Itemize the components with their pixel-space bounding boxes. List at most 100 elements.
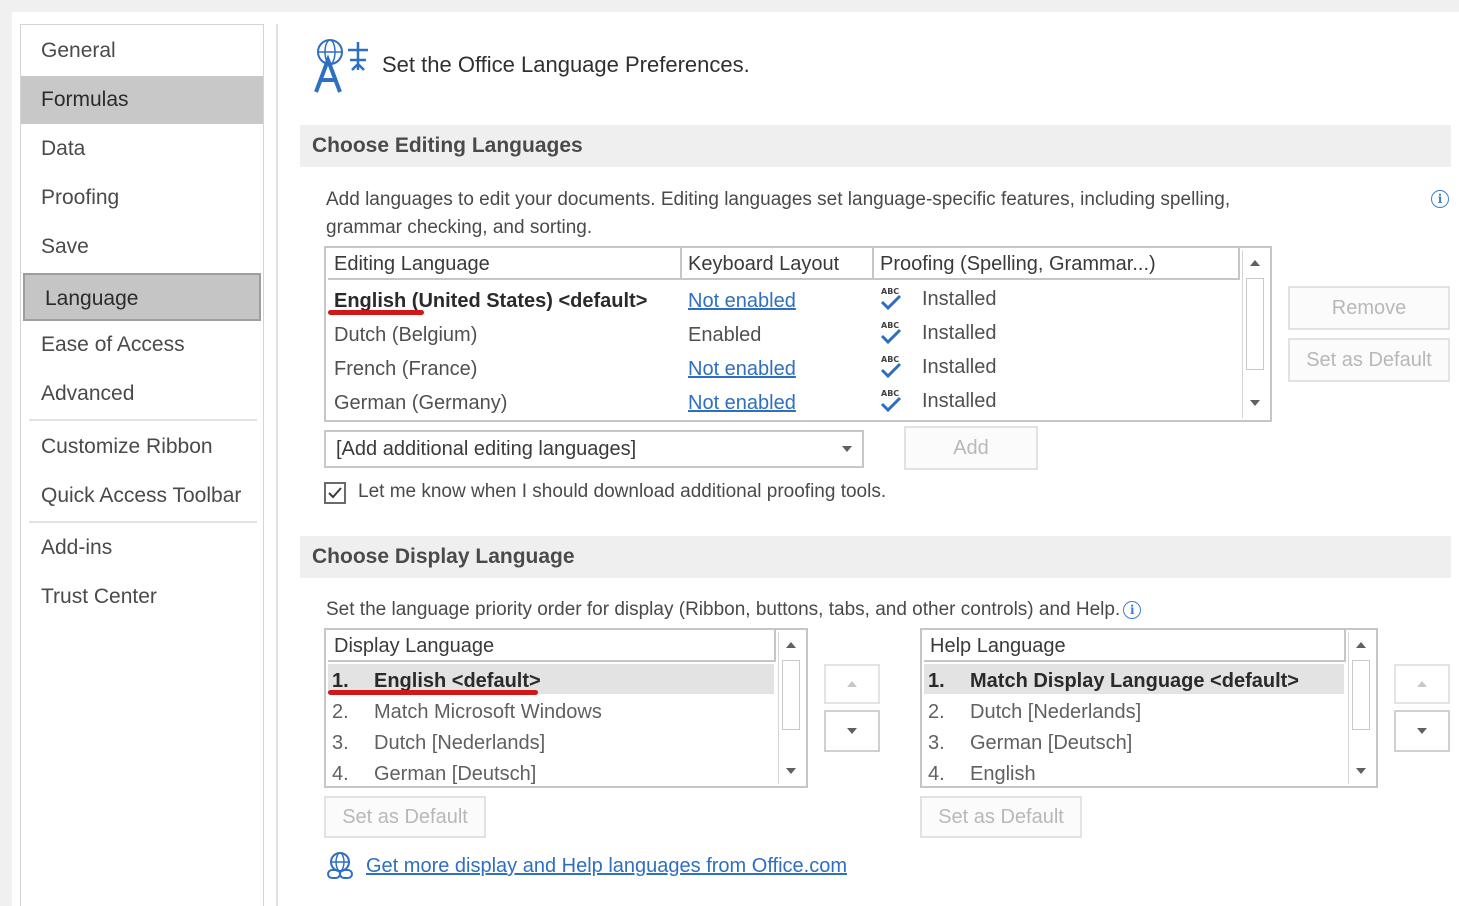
red-annotation-underline <box>328 310 424 315</box>
remove-button[interactable]: Remove <box>1288 286 1450 330</box>
display-language-list: Display Language 1. English <default> 2.… <box>324 628 808 788</box>
column-header-help-language: Help Language <box>924 630 1346 662</box>
display-language-item[interactable]: Match Microsoft Windows <box>374 697 602 727</box>
arrow-up-icon <box>847 681 857 687</box>
scroll-up-arrow-icon[interactable] <box>1243 252 1267 274</box>
sidebar-item-advanced[interactable]: Advanced <box>21 370 263 418</box>
move-down-help-button[interactable] <box>1394 710 1450 752</box>
sidebar-divider <box>29 419 257 421</box>
display-language-item[interactable]: German [Deutsch] <box>374 759 536 789</box>
column-header-editing-language[interactable]: Editing Language <box>328 248 682 280</box>
page-title: Set the Office Language Preferences. <box>382 52 750 77</box>
add-button[interactable]: Add <box>904 426 1038 470</box>
list-item-number: 2. <box>332 701 349 723</box>
dropdown-value: [Add additional editing languages] <box>336 438 637 460</box>
sidebar-item-trust-center[interactable]: Trust Center <box>21 573 263 621</box>
move-down-display-button[interactable] <box>824 710 880 752</box>
editing-description-line1: Add languages to edit your documents. Ed… <box>326 189 1231 210</box>
display-description-text: Set the language priority order for disp… <box>326 599 1121 620</box>
help-language-item[interactable]: Match Display Language <default> <box>970 666 1299 696</box>
editing-languages-table: Editing Language Keyboard Layout Proofin… <box>324 246 1272 422</box>
display-list-scrollbar[interactable] <box>778 632 804 784</box>
list-item-number: 1. <box>928 670 945 692</box>
download-proofing-checkbox[interactable] <box>324 482 346 504</box>
editing-language-cell[interactable]: German (Germany) <box>334 386 507 420</box>
list-item-number: 4. <box>928 763 945 785</box>
sidebar-item-customize-ribbon[interactable]: Customize Ribbon <box>21 423 263 471</box>
scroll-up-arrow-icon[interactable] <box>1349 634 1373 656</box>
set-as-default-help-button[interactable]: Set as Default <box>920 796 1082 838</box>
proofing-status: Installed <box>922 356 997 378</box>
list-item-number: 2. <box>928 701 945 723</box>
window-frame-top <box>0 0 1459 12</box>
keyboard-layout-link[interactable]: Not enabled <box>688 284 796 318</box>
set-as-default-display-button[interactable]: Set as Default <box>324 796 486 838</box>
globe-link-icon <box>327 852 353 879</box>
scroll-down-arrow-icon[interactable] <box>1243 392 1267 414</box>
editing-language-cell[interactable]: Dutch (Belgium) <box>334 318 477 352</box>
scroll-thumb[interactable] <box>782 660 800 730</box>
arrow-down-icon <box>847 728 857 734</box>
help-language-list: Help Language 1. Match Display Language … <box>920 628 1378 788</box>
help-list-scrollbar[interactable] <box>1348 632 1374 784</box>
column-header-proofing[interactable]: Proofing (Spelling, Grammar...) <box>874 248 1240 280</box>
info-icon[interactable]: i <box>1123 600 1142 619</box>
sidebar-item-add-ins[interactable]: Add-ins <box>21 524 263 572</box>
list-item-number: 3. <box>332 732 349 754</box>
content-divider <box>276 24 278 906</box>
arrow-down-icon <box>1417 728 1427 734</box>
sidebar-item-quick-access-toolbar[interactable]: Quick Access Toolbar <box>21 472 263 520</box>
sidebar-item-data[interactable]: Data <box>21 125 263 173</box>
move-up-display-button[interactable] <box>824 664 880 704</box>
scroll-thumb[interactable] <box>1246 278 1264 370</box>
scroll-thumb[interactable] <box>1352 660 1370 730</box>
window-frame-left <box>0 0 12 906</box>
editing-language-cell[interactable]: French (France) <box>334 352 477 386</box>
display-description: Set the language priority order for disp… <box>326 596 1142 624</box>
checkmark-icon <box>328 487 342 499</box>
help-language-item[interactable]: English <box>970 759 1036 789</box>
display-section-title: Choose Display Language <box>300 536 1451 578</box>
add-editing-language-dropdown[interactable]: [Add additional editing languages] <box>324 430 864 468</box>
language-preferences-icon <box>314 39 368 93</box>
editing-table-scrollbar[interactable] <box>1242 250 1268 418</box>
sidebar-item-general[interactable]: General <box>21 27 263 75</box>
svg-text:ABC: ABC <box>881 287 899 296</box>
sidebar-item-proofing[interactable]: Proofing <box>21 174 263 222</box>
info-icon[interactable]: i <box>1431 190 1449 208</box>
column-header-keyboard-layout[interactable]: Keyboard Layout <box>682 248 874 280</box>
sidebar-item-language[interactable]: Language <box>23 273 261 321</box>
proofing-status: Installed <box>922 322 997 344</box>
spellcheck-icon: ABC <box>880 287 902 311</box>
scroll-down-arrow-icon[interactable] <box>1349 760 1373 782</box>
sidebar-item-ease-of-access[interactable]: Ease of Access <box>21 321 263 369</box>
display-language-item[interactable]: Dutch [Nederlands] <box>374 728 545 758</box>
spellcheck-icon: ABC <box>880 321 902 345</box>
keyboard-layout-link[interactable]: Not enabled <box>688 352 796 386</box>
sidebar-divider <box>29 521 257 523</box>
download-proofing-label[interactable]: Let me know when I should download addit… <box>358 478 886 506</box>
editing-section-title: Choose Editing Languages <box>300 125 1451 167</box>
scroll-down-arrow-icon[interactable] <box>779 760 803 782</box>
proofing-status: Installed <box>922 390 997 412</box>
svg-text:ABC: ABC <box>881 321 899 330</box>
keyboard-layout-link[interactable]: Not enabled <box>688 386 796 420</box>
help-language-item[interactable]: Dutch [Nederlands] <box>970 697 1141 727</box>
help-language-item[interactable]: German [Deutsch] <box>970 728 1132 758</box>
sidebar-item-formulas[interactable]: Formulas <box>21 76 263 124</box>
chevron-down-icon <box>842 446 852 452</box>
move-up-help-button[interactable] <box>1394 664 1450 704</box>
sidebar-item-save[interactable]: Save <box>21 223 263 271</box>
column-header-display-language: Display Language <box>328 630 776 662</box>
options-sidebar: General Formulas Data Proofing Save Lang… <box>20 24 264 906</box>
set-as-default-editing-button[interactable]: Set as Default <box>1288 338 1450 382</box>
arrow-up-icon <box>1417 681 1427 687</box>
svg-text:ABC: ABC <box>881 355 899 364</box>
spellcheck-icon: ABC <box>880 389 902 413</box>
list-item-number: 3. <box>928 732 945 754</box>
scroll-up-arrow-icon[interactable] <box>779 634 803 656</box>
proofing-status: Installed <box>922 288 997 310</box>
get-more-languages-link[interactable]: Get more display and Help languages from… <box>366 852 847 880</box>
red-annotation-underline <box>328 690 538 695</box>
list-item-number: 4. <box>332 763 349 785</box>
